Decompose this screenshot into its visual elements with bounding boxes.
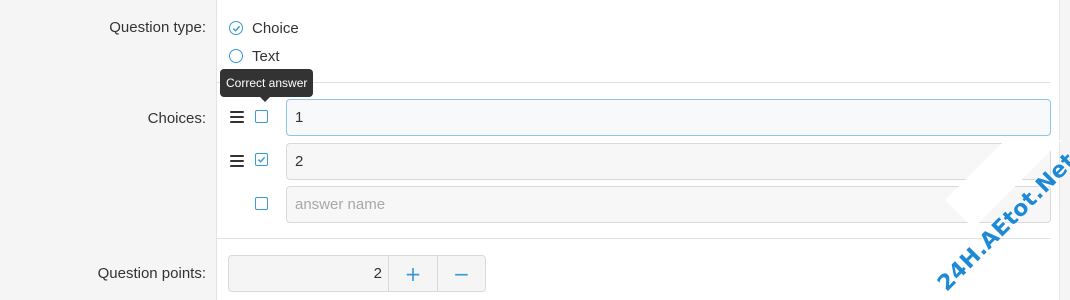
drag-handle-icon[interactable] (230, 111, 244, 123)
choice-input[interactable] (286, 99, 1051, 136)
correct-answer-checkbox[interactable] (255, 110, 268, 123)
points-input[interactable] (229, 256, 389, 291)
correct-answer-checkbox-checked[interactable] (255, 153, 268, 166)
decrement-button[interactable]: − (437, 256, 485, 291)
divider (217, 82, 1051, 83)
question-points-label: Question points: (97, 265, 206, 282)
new-choice-input[interactable] (286, 186, 1051, 223)
choice-input[interactable] (286, 143, 1051, 180)
question-type-option-text[interactable]: Text (229, 46, 280, 66)
drag-handle-icon[interactable] (230, 155, 244, 167)
divider (217, 238, 1051, 239)
question-points-stepper: + − (228, 255, 486, 292)
check-circle-icon[interactable] (229, 21, 243, 35)
question-type-option-choice[interactable]: Choice (229, 18, 299, 38)
choices-label: Choices: (147, 110, 206, 127)
correct-answer-tooltip: Correct answer (220, 69, 314, 102)
option-label: Choice (252, 19, 299, 37)
correct-answer-checkbox[interactable] (255, 197, 268, 210)
option-label: Text (252, 47, 280, 65)
increment-button[interactable]: + (389, 256, 437, 291)
question-type-label: Question type: (109, 19, 206, 36)
radio-empty-icon[interactable] (229, 49, 243, 63)
